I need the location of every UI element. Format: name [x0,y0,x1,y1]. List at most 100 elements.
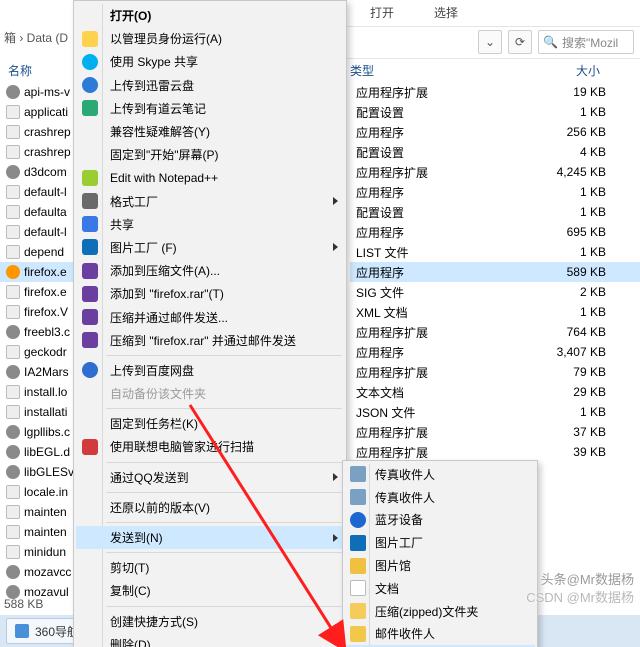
menu-format-factory[interactable]: 格式工厂 [76,190,344,213]
detail-row[interactable]: 应用程序扩展39 KB [350,442,640,462]
menu-copy[interactable]: 复制(C) [76,579,344,602]
file-row[interactable]: firefox.e [0,262,73,282]
menu-create-shortcut[interactable]: 创建快捷方式(S) [76,610,344,633]
menu-cut[interactable]: 剪切(T) [76,556,344,579]
file-row[interactable]: firefox.V [0,302,73,322]
menu-delete[interactable]: 删除(D) [76,633,344,647]
detail-row[interactable]: 应用程序扩展19 KB [350,82,640,102]
detail-row[interactable]: 应用程序695 KB [350,222,640,242]
detail-row[interactable]: SIG 文件2 KB [350,282,640,302]
menu-compress-email[interactable]: 压缩并通过邮件发送... [76,305,344,328]
watermark: 头条@Mr数据杨 CSDN @Mr数据杨 [526,571,634,607]
file-row[interactable]: defaulta [0,202,73,222]
detail-type: 应用程序扩展 [350,424,506,441]
detail-row[interactable]: 配置设置4 KB [350,142,640,162]
file-icon [6,385,20,399]
submenu-fax-1[interactable]: 传真收件人 [345,463,535,486]
menu-xunlei-upload[interactable]: 上传到迅雷云盘 [76,74,344,97]
file-row[interactable]: api-ms-v [0,82,73,102]
detail-row[interactable]: 应用程序扩展37 KB [350,422,640,442]
detail-row[interactable]: 应用程序扩展4,245 KB [350,162,640,182]
file-row[interactable]: libEGL.d [0,442,73,462]
submenu-documents[interactable]: 文档 [345,577,535,600]
menu-lenovo-scan[interactable]: 使用联想电脑管家进行扫描 [76,435,344,458]
file-row[interactable]: crashrep [0,122,73,142]
submenu-mail[interactable]: 邮件收件人 [345,623,535,646]
breadcrumb[interactable]: 箱 › Data (D [4,29,68,46]
menu-image-factory[interactable]: 图片工厂 (F) [76,236,344,259]
submenu-bluetooth[interactable]: 蓝牙设备 [345,509,535,532]
file-row[interactable]: default-l [0,222,73,242]
detail-row[interactable]: JSON 文件1 KB [350,402,640,422]
file-row[interactable]: mainten [0,502,73,522]
column-type[interactable]: 类型 [350,62,500,82]
file-name: lgpllibs.c [24,425,70,439]
file-row[interactable]: lgpllibs.c [0,422,73,442]
menu-pin-taskbar[interactable]: 固定到任务栏(K) [76,412,344,435]
detail-size: 1 KB [506,245,640,259]
detail-type: 应用程序扩展 [350,364,506,381]
file-row[interactable]: crashrep [0,142,73,162]
file-list[interactable]: api-ms-vapplicaticrashrepcrashrepd3dcomd… [0,82,73,617]
file-row[interactable]: depend [0,242,73,262]
detail-row[interactable]: 应用程序256 KB [350,122,640,142]
file-row[interactable]: freebl3.c [0,322,73,342]
submenu-fax-2[interactable]: 传真收件人 [345,486,535,509]
menu-open[interactable]: 打开(O) [76,4,344,27]
menu-notepadpp[interactable]: Edit with Notepad++ [76,166,344,189]
menu-add-to-archive[interactable]: 添加到压缩文件(A)... [76,259,344,282]
file-row[interactable]: mainten [0,522,73,542]
detail-row[interactable]: 应用程序扩展79 KB [350,362,640,382]
file-row[interactable]: libGLESv [0,462,73,482]
detail-size: 4 KB [506,145,640,159]
submenu-image-factory[interactable]: 图片工厂 [345,531,535,554]
context-menu[interactable]: 打开(O) 以管理员身份运行(A) 使用 Skype 共享 上传到迅雷云盘 上传… [73,0,347,647]
detail-row[interactable]: 应用程序扩展764 KB [350,322,640,342]
detail-row[interactable]: 应用程序1 KB [350,182,640,202]
search-input[interactable]: 🔍 搜索"Mozil [538,30,634,54]
menu-separator [106,408,342,409]
detail-row[interactable]: 配置设置1 KB [350,202,640,222]
file-row[interactable]: locale.in [0,482,73,502]
menu-previous-versions[interactable]: 还原以前的版本(V) [76,496,344,519]
refresh-button[interactable]: ⟳ [508,30,532,54]
history-dropdown[interactable]: ⌄ [478,30,502,54]
detail-row[interactable]: 文本文档29 KB [350,382,640,402]
column-name[interactable]: 名称 [8,62,32,79]
file-name: firefox.e [24,265,67,279]
detail-row[interactable]: 配置设置1 KB [350,102,640,122]
detail-row[interactable]: LIST 文件1 KB [350,242,640,262]
menu-skype-share[interactable]: 使用 Skype 共享 [76,50,344,73]
file-row[interactable]: geckodr [0,342,73,362]
file-row[interactable]: minidun [0,542,73,562]
menu-baidu-upload[interactable]: 上传到百度网盘 [76,359,344,382]
ribbon-tab-open[interactable]: 打开 [370,0,394,21]
menu-youdao-upload[interactable]: 上传到有道云笔记 [76,97,344,120]
file-row[interactable]: d3dcom [0,162,73,182]
menu-qq-send[interactable]: 通过QQ发送到 [76,466,344,489]
file-row[interactable]: applicati [0,102,73,122]
file-row[interactable]: install.lo [0,382,73,402]
file-row[interactable]: IA2Mars [0,362,73,382]
detail-row[interactable]: XML 文档1 KB [350,302,640,322]
detail-row[interactable]: 应用程序589 KB [350,262,640,282]
column-size[interactable]: 大小 [500,62,634,82]
file-row[interactable]: firefox.e [0,282,73,302]
submenu-picture-library[interactable]: 图片馆 [345,554,535,577]
ribbon-tab-select[interactable]: 选择 [434,0,458,21]
menu-pin-start[interactable]: 固定到"开始"屏幕(P) [76,143,344,166]
menu-add-to-firefox-rar[interactable]: 添加到 "firefox.rar"(T) [76,282,344,305]
detail-row[interactable]: 应用程序3,407 KB [350,342,640,362]
menu-share[interactable]: 共享 [76,213,344,236]
menu-troubleshoot[interactable]: 兼容性疑难解答(Y) [76,120,344,143]
menu-run-as-admin[interactable]: 以管理员身份运行(A) [76,27,344,50]
submenu-zip[interactable]: 压缩(zipped)文件夹 [345,600,535,623]
send-to-submenu[interactable]: 传真收件人 传真收件人 蓝牙设备 图片工厂 图片馆 文档 压缩(zipped)文… [342,460,538,647]
file-icon [6,285,20,299]
menu-send-to[interactable]: 发送到(N) [76,526,344,549]
detail-size: 1 KB [506,405,640,419]
menu-compress-rar-email[interactable]: 压缩到 "firefox.rar" 并通过邮件发送 [76,329,344,352]
file-row[interactable]: installati [0,402,73,422]
file-row[interactable]: default-l [0,182,73,202]
file-row[interactable]: mozavcc [0,562,73,582]
